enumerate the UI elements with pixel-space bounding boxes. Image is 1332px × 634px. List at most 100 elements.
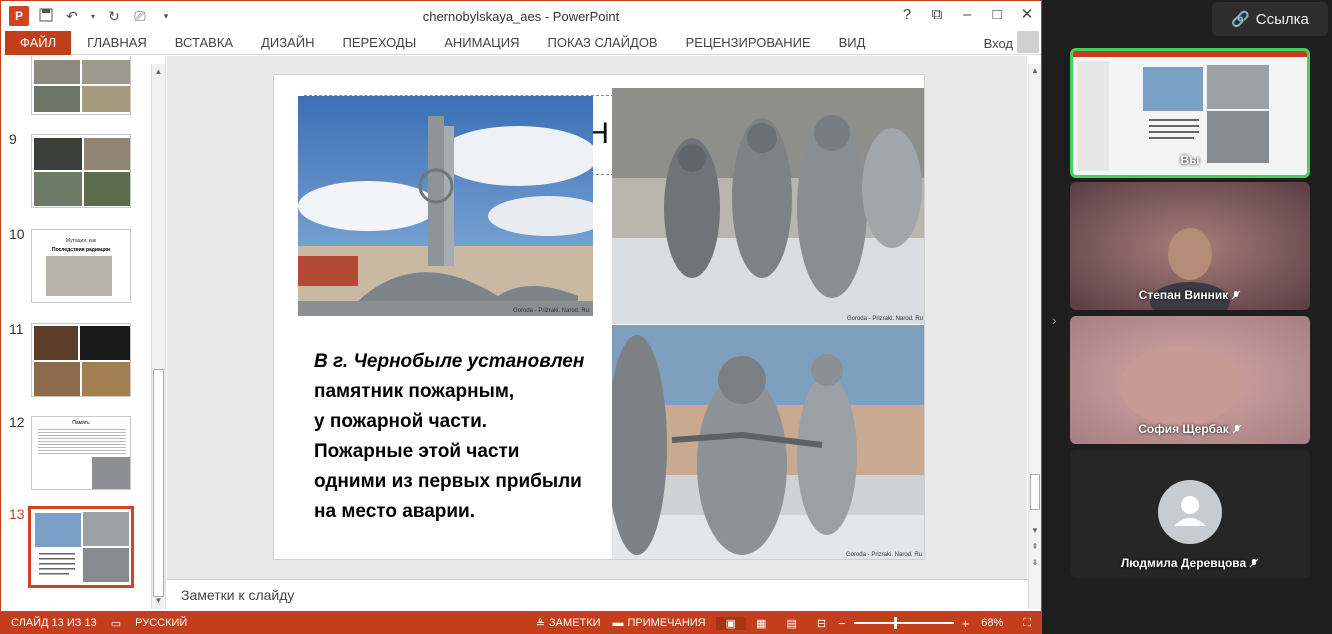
undo-dropdown-icon[interactable]: ▾ [89, 12, 97, 21]
help-button[interactable]: ? [899, 6, 915, 23]
notes-pane[interactable]: Заметки к слайду [167, 579, 1028, 610]
account-avatar[interactable] [1017, 31, 1039, 53]
participant-tile-self[interactable]: Вы [1070, 48, 1310, 178]
zoom-level[interactable]: 68% [971, 617, 1013, 629]
ribbon-tabs: ФАЙЛ ГЛАВНАЯ ВСТАВКА ДИЗАЙН ПЕРЕХОДЫ АНИ… [1, 30, 1041, 55]
notes-toggle-icon[interactable]: ≜ [534, 617, 547, 630]
scroll-down-icon[interactable]: ▼ [1029, 526, 1041, 535]
comments-icon[interactable]: ▬ [611, 617, 626, 629]
slide-text-line: В г. Чернобыле установлен [314, 351, 585, 372]
default-avatar-icon [1158, 480, 1222, 544]
tab-slideshow[interactable]: ПОКАЗ СЛАЙДОВ [534, 35, 672, 50]
notes-toggle-button[interactable]: ЗАМЕТКИ [547, 617, 611, 629]
share-link-label: Ссылка [1255, 10, 1309, 28]
tab-view[interactable]: ВИД [825, 35, 880, 50]
firefighters-statue-photo[interactable]: Goroda - Prizraki. Narod. Ru [612, 88, 924, 324]
editor-scrollbar[interactable]: ▲ ▼ ⇞ ⇟ [1028, 64, 1041, 609]
thumbnail-scrollbar[interactable]: ▲ ▼ [151, 64, 165, 609]
spellcheck-icon[interactable]: ▭ [107, 617, 125, 630]
tab-animations[interactable]: АНИМАЦИЯ [430, 35, 533, 50]
language-indicator[interactable]: РУССКИЙ [125, 617, 197, 629]
slide-text-line: на место аварии. [314, 501, 476, 522]
slide-text-line: одними из первых прибыли [314, 471, 582, 492]
powerpoint-window: P ↶ ▾ ↻ ⎚ ▾ chernobylskaya_aes - PowerPo… [0, 0, 1042, 634]
slide-body-text[interactable]: В г. Чернобыле установлен памятник пожар… [314, 347, 604, 527]
close-button[interactable]: ✕ [1019, 5, 1035, 23]
tab-file[interactable]: ФАЙЛ [5, 30, 72, 55]
title-bar: P ↶ ▾ ↻ ⎚ ▾ chernobylskaya_aes - PowerPo… [1, 1, 1041, 31]
participant-name: Людмила Деревцова [1070, 556, 1310, 570]
minimize-button[interactable]: – [959, 6, 975, 23]
tab-insert[interactable]: ВСТАВКА [161, 35, 247, 50]
current-slide[interactable]: ОН [273, 74, 925, 560]
slide-thumbnail-pane: 9 10 Мутация, как Последствия радиации 1… [1, 56, 166, 610]
start-slideshow-icon[interactable]: ⎚ [131, 8, 149, 25]
zoom-slider-knob[interactable] [893, 617, 897, 629]
previous-slide-icon[interactable]: ⇞ [1029, 542, 1041, 551]
participant-tile[interactable]: Степан Винник [1070, 182, 1310, 310]
scroll-up-icon[interactable]: ▲ [152, 66, 165, 78]
slide-number: 13 [9, 506, 25, 522]
zoom-in-button[interactable]: + [960, 616, 972, 631]
maximize-button[interactable]: □ [989, 6, 1005, 23]
redo-icon[interactable]: ↻ [105, 8, 123, 25]
mic-muted-icon [1232, 424, 1242, 434]
mic-muted-icon [1231, 290, 1241, 300]
fit-slide-icon[interactable]: ⛶ [1013, 617, 1041, 630]
powerpoint-logo-icon: P [9, 6, 29, 26]
slide-number: 10 [9, 226, 25, 242]
tab-home[interactable]: ГЛАВНАЯ [71, 35, 161, 50]
tab-review[interactable]: РЕЦЕНЗИРОВАНИЕ [672, 35, 825, 50]
share-link-button[interactable]: 🔗 Ссылка [1212, 2, 1328, 36]
tab-design[interactable]: ДИЗАЙН [247, 35, 328, 50]
ribbon-display-icon[interactable]: ⧉ [929, 6, 945, 23]
slideshow-view-icon[interactable]: ⊟ [807, 617, 836, 630]
scroll-down-icon[interactable]: ▼ [152, 595, 165, 607]
slide-thumbnail-9[interactable] [31, 134, 131, 208]
next-slide-icon[interactable]: ⇟ [1029, 558, 1041, 567]
participant-tile[interactable]: София Щербак [1070, 316, 1310, 444]
participant-name-text: Степан Винник [1138, 288, 1229, 302]
mic-muted-icon [1249, 558, 1259, 568]
reading-view-icon[interactable]: ▤ [776, 617, 806, 630]
participant-name-text: Людмила Деревцова [1120, 556, 1247, 570]
zoom-slider[interactable] [853, 617, 954, 629]
scrollbar-thumb[interactable] [1030, 474, 1040, 510]
sign-in-link[interactable]: Вход [984, 36, 1013, 51]
participant-tile[interactable]: Людмила Деревцова [1070, 450, 1310, 578]
status-bar: СЛАЙД 13 ИЗ 13 ▭ РУССКИЙ ≜ ЗАМЕТКИ ▬ ПРИ… [1, 611, 1041, 634]
collapse-sidebar-icon[interactable]: › [1052, 312, 1057, 328]
scroll-up-icon[interactable]: ▲ [1029, 66, 1041, 75]
slide-text-line: Пожарные этой части [314, 441, 520, 462]
thumbnail-title: Память [72, 420, 90, 426]
scrollbar-thumb[interactable] [153, 369, 164, 597]
customize-toolbar-icon[interactable]: ▾ [157, 11, 175, 22]
slide-thumbnail-12[interactable]: Память [31, 416, 131, 490]
slide-counter: СЛАЙД 13 ИЗ 13 [11, 617, 97, 629]
slide-thumbnail-11[interactable] [31, 323, 131, 397]
slide-thumbnail-8[interactable] [31, 56, 131, 115]
participant-name-text: София Щербак [1138, 422, 1229, 436]
participant-name: Вы [1180, 153, 1200, 167]
tab-transitions[interactable]: ПЕРЕХОДЫ [329, 35, 431, 50]
save-icon[interactable] [37, 8, 55, 25]
zoom-out-button[interactable]: − [836, 616, 848, 631]
thumbnail-caption: Мутация, как [65, 238, 97, 244]
undo-icon[interactable]: ↶ [63, 8, 81, 25]
monument-photo[interactable]: Goroda - Prizraki. Narod. Ru [298, 96, 593, 316]
meeting-sidebar: 🔗 Ссылка › Вы Степан Винник София Щербак… [1042, 0, 1332, 634]
comments-button[interactable]: ПРИМЕЧАНИЯ [626, 617, 716, 629]
participant-name: София Щербак [1070, 422, 1310, 436]
normal-view-icon[interactable]: ▣ [715, 616, 747, 630]
photo-caption: Goroda - Prizraki. Narod. Ru [846, 316, 923, 322]
slide-sorter-icon[interactable]: ▦ [746, 617, 776, 630]
firefighters-hose-photo[interactable]: Goroda - Prizraki. Narod. Ru [612, 325, 924, 559]
thumbnail-title: Последствия радиации [51, 247, 111, 253]
photo-caption: Goroda - Prizraki. Narod. Ru [845, 552, 922, 558]
photo-caption: Goroda - Prizraki. Narod. Ru [512, 308, 589, 314]
link-icon: 🔗 [1231, 11, 1250, 28]
slide-thumbnail-13[interactable] [28, 506, 134, 588]
slide-thumbnail-10[interactable]: Мутация, как Последствия радиации [31, 229, 131, 303]
slide-text-line: памятник пожарным, [314, 381, 515, 402]
slide-text-line: у пожарной части. [314, 411, 488, 432]
